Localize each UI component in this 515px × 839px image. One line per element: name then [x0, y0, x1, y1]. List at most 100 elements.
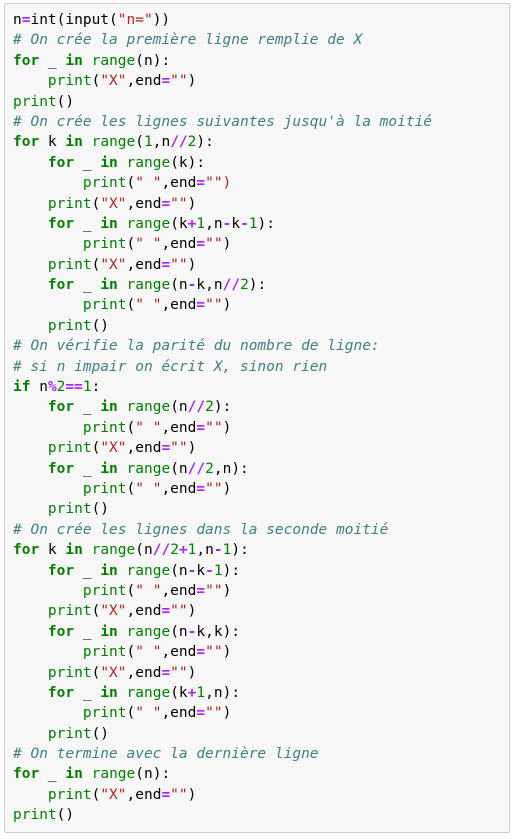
code-text: (n [170, 460, 188, 477]
code-text: ,end [126, 195, 162, 212]
builtin-token: print [82, 297, 127, 314]
builtin-token: range [126, 277, 171, 294]
string-token: " " [135, 480, 162, 497]
builtin-token: print [47, 440, 92, 457]
code-text: ,n [152, 134, 171, 151]
code-text: ,end [126, 603, 162, 620]
string-token: " " [135, 419, 162, 436]
code-text: ): [257, 215, 275, 232]
keyword-token: in [100, 562, 118, 579]
operator-token: // [152, 542, 171, 559]
operator-token: - [240, 215, 249, 232]
code-line: print(" ",end="") [13, 173, 509, 193]
string-token: "" [170, 195, 188, 212]
string-token: "" [205, 419, 223, 436]
keyword-token: for [13, 134, 40, 151]
string-token: " " [135, 644, 162, 661]
keyword-token: in [65, 766, 83, 783]
comment-token: # si n impair on écrit X, sinon rien [13, 358, 328, 375]
code-text: _ [74, 277, 101, 294]
code-text: _ [74, 399, 101, 416]
keyword-token: in [65, 52, 83, 69]
code-line: print("X",end="") [13, 255, 509, 275]
operator-token: // [170, 134, 188, 151]
operator-token: = [161, 195, 171, 212]
code-text: () [91, 725, 110, 742]
code-text: _ [39, 766, 66, 783]
operator-token: = [161, 603, 171, 620]
string-token: "X" [100, 664, 127, 681]
code-text: k [196, 562, 206, 579]
builtin-token: print [82, 419, 127, 436]
code-text: ,n): [205, 684, 241, 701]
string-token: "") [205, 175, 232, 192]
code-text: (n [170, 399, 188, 416]
comment-token: # On crée les lignes dans la seconde moi… [13, 521, 389, 538]
builtin-token: print [47, 725, 92, 742]
operator-token: = [196, 297, 206, 314]
code-text: ( [126, 705, 136, 722]
code-text: ) [222, 644, 232, 661]
code-text: ( [126, 297, 136, 314]
string-token: "" [205, 644, 223, 661]
code-text: ,end [126, 786, 162, 803]
code-line: for _ in range(k): [13, 153, 509, 173]
builtin-token: print [47, 256, 92, 273]
code-text: ) [222, 236, 232, 253]
code-text: ) [187, 603, 197, 620]
operator-token: = [161, 440, 171, 457]
code-text: (k [170, 215, 188, 232]
code-cell[interactable]: n=int(input("n=")) # On crée la première … [4, 3, 510, 833]
code-line: # On crée les lignes suivantes jusqu'à l… [13, 112, 509, 132]
operator-token: = [161, 664, 171, 681]
keyword-token: for [47, 562, 75, 579]
code-line: print(" ",end="") [13, 418, 509, 438]
code-line: print() [13, 92, 509, 112]
builtin-token: print [47, 603, 92, 620]
code-line: print(" ",end="") [13, 295, 509, 315]
code-text: ( [135, 134, 144, 151]
code-text: ,end [161, 419, 197, 436]
string-token: "X" [100, 73, 127, 90]
number-token: 2 [240, 277, 249, 294]
keyword-token: in [65, 542, 83, 559]
string-token: "" [205, 480, 223, 497]
code-text: : [91, 379, 101, 396]
code-line: print() [13, 724, 509, 744]
builtin-token: range [91, 766, 136, 783]
code-text: ( [126, 582, 136, 599]
code-text: n [13, 12, 22, 28]
number-token: 1 [213, 562, 223, 579]
code-text: _ [74, 215, 101, 232]
code-text: k,n [196, 277, 223, 294]
operator-token: = [196, 236, 206, 253]
code-text: ( [91, 256, 101, 273]
string-token: "X" [100, 256, 127, 273]
code-line: print("X",end="") [13, 194, 509, 214]
code-editor[interactable]: n=int(input("n=")) # On crée la première … [13, 10, 509, 826]
builtin-token: range [126, 215, 171, 232]
code-text: _ [74, 623, 101, 640]
code-line: print() [13, 499, 509, 519]
operator-token: = [196, 644, 206, 661]
code-text: ,end [161, 582, 197, 599]
operator-token: = [196, 480, 206, 497]
code-text: ( [126, 236, 136, 253]
code-text: ( [126, 480, 136, 497]
code-line: for _ in range(k+1,n-k-1): [13, 214, 509, 234]
builtin-token: range [126, 399, 171, 416]
code-text: (k [170, 684, 188, 701]
code-line: # On termine avec la dernière ligne [13, 744, 509, 764]
string-token: "" [170, 256, 188, 273]
